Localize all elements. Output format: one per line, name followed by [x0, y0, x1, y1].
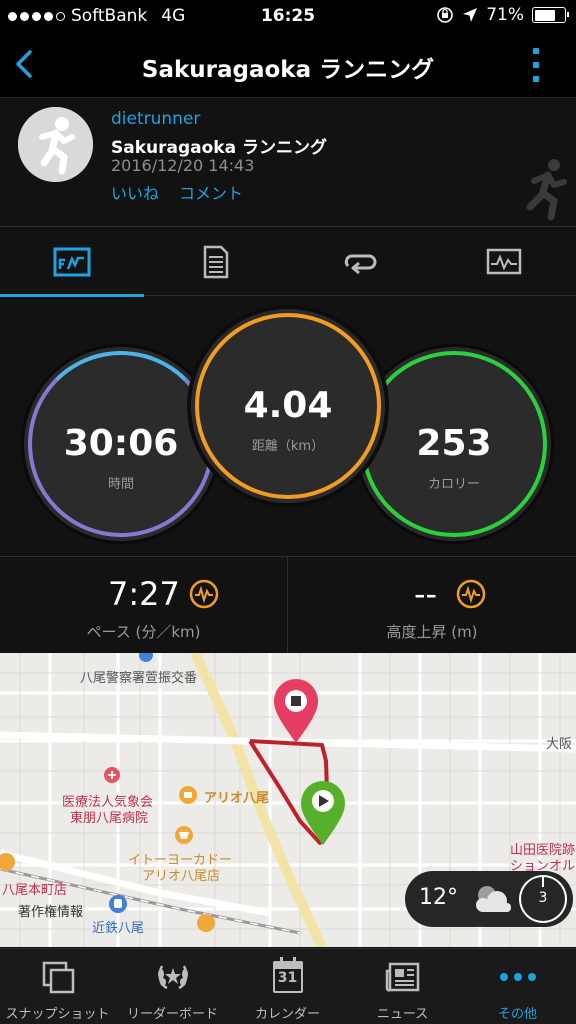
distance-value: 4.04	[243, 385, 333, 426]
activity-date: 2016/12/20 14:43	[111, 156, 255, 175]
elevation-value: --	[414, 575, 438, 613]
tab-laps[interactable]	[288, 228, 432, 296]
more-vertical-icon	[533, 48, 539, 54]
orientation-lock-icon	[437, 7, 454, 23]
back-button[interactable]	[8, 46, 44, 82]
graph-monitor-icon	[486, 248, 522, 275]
more-menu-button[interactable]	[532, 48, 540, 82]
activity-header: dietrunner Sakuragaoka ランニング 2016/12/20 …	[0, 99, 576, 227]
news-icon	[385, 962, 419, 992]
wind-direction-icon	[542, 877, 544, 887]
elevation-label: 高度上昇 (m)	[386, 623, 478, 641]
leaderboard-laurel-icon	[157, 965, 188, 990]
overview-chart-icon	[53, 247, 91, 277]
pace-metric: 7:27 ペース (分／km)	[0, 557, 288, 653]
tab-label: ニュース	[376, 1007, 429, 1022]
stats-summary: 30:06 時間 253 カロリー 4.04 距離（km）	[0, 297, 576, 555]
laps-loop-icon	[344, 254, 377, 275]
navigation-bar: Sakuragaoka ランニング	[0, 32, 576, 98]
battery-percent: 71%	[486, 5, 524, 25]
tab-snapshot[interactable]: スナップショット	[0, 949, 115, 1024]
snapshot-icon	[42, 961, 74, 994]
tab-details[interactable]	[144, 228, 288, 296]
time-label: 時間	[107, 477, 134, 492]
wind-speed: 3	[538, 890, 548, 906]
wind-indicator: 3	[519, 875, 567, 923]
comment-link[interactable]: コメント	[179, 180, 243, 204]
map-label: アリオ八尾	[204, 791, 270, 806]
elevation-graph-icon[interactable]	[456, 579, 486, 609]
calendar-day: 31	[277, 970, 298, 986]
page-title: Sakuragaoka ランニング	[141, 57, 435, 83]
pace-value: 7:27	[108, 575, 180, 613]
status-bar: SoftBank 4G 16:25 71%	[0, 0, 576, 32]
like-link[interactable]: いいね	[111, 180, 159, 204]
username-link[interactable]: dietrunner	[111, 109, 200, 129]
tab-graphs[interactable]	[432, 228, 576, 296]
calories-label: カロリー	[427, 477, 480, 492]
elevation-metric: -- 高度上昇 (m)	[288, 557, 576, 653]
map-label: 八尾本町店	[2, 883, 68, 898]
tab-leaderboard[interactable]: リーダーボード	[115, 949, 230, 1024]
map-label: アリオ八尾店	[142, 869, 221, 884]
calories-value: 253	[416, 423, 492, 464]
more-dots-icon	[499, 973, 536, 981]
map-label: 近鉄八尾	[92, 921, 145, 936]
chevron-left-icon	[16, 50, 32, 78]
tab-label: カレンダー	[254, 1007, 320, 1022]
map-label: 東朋八尾病院	[70, 811, 149, 826]
calories-gauge: 253 カロリー	[357, 347, 551, 541]
weather-temperature: 12°	[419, 885, 458, 910]
activity-name: Sakuragaoka ランニング	[111, 138, 327, 158]
avatar[interactable]	[18, 107, 93, 182]
running-activity-icon	[526, 159, 567, 221]
status-right: 71%	[436, 5, 569, 25]
location-arrow-icon	[463, 8, 478, 22]
tab-more[interactable]: その他	[460, 949, 575, 1024]
pace-label: ペース (分／km)	[86, 623, 201, 641]
distance-gauge: 4.04 距離（km）	[191, 309, 385, 503]
bottom-tab-bar: スナップショット リーダーボード 31 カレンダー ニュース その他	[0, 948, 576, 1024]
calendar-icon: 31	[272, 957, 303, 993]
tab-label: リーダーボード	[126, 1007, 218, 1022]
tab-overview[interactable]	[0, 228, 144, 297]
battery-icon	[532, 7, 569, 23]
map-label: 八尾警察署萱振交番	[80, 671, 198, 686]
time-gauge: 30:06 時間	[24, 347, 218, 541]
tab-label: スナップショット	[5, 1007, 110, 1022]
tab-news[interactable]: ニュース	[345, 949, 460, 1024]
copyright-link[interactable]: 著作権情報	[18, 901, 83, 920]
time-value: 30:06	[63, 423, 179, 464]
pace-graph-icon[interactable]	[189, 579, 219, 609]
tab-label: その他	[497, 1007, 537, 1022]
map-label: 大阪	[546, 737, 573, 752]
distance-label: 距離（km）	[251, 439, 325, 454]
weather-badge[interactable]: 12° 3	[405, 871, 573, 927]
cloudy-icon	[476, 886, 511, 912]
metrics-row: 7:27 ペース (分／km) -- 高度上昇 (m)	[0, 556, 576, 653]
tab-calendar[interactable]: 31 カレンダー	[230, 949, 345, 1024]
runner-avatar-icon	[18, 107, 93, 182]
details-document-icon	[203, 245, 229, 279]
activity-tabs	[0, 228, 576, 297]
